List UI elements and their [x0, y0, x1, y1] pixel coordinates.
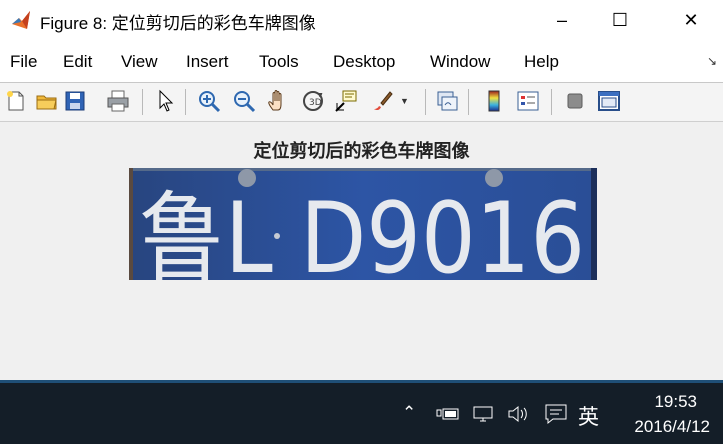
print-icon[interactable]: [106, 89, 130, 113]
legend-icon[interactable]: [516, 89, 540, 113]
toolbar-separator: [425, 89, 426, 115]
toolbar-separator: [468, 89, 469, 115]
close-button[interactable]: ✕: [668, 0, 714, 40]
show-hidden-icons-icon[interactable]: ⌃: [402, 403, 416, 423]
zoom-out-icon[interactable]: [232, 89, 256, 113]
save-icon[interactable]: [63, 89, 87, 113]
figure-toolbar: 3D ▼: [0, 83, 723, 122]
volume-icon[interactable]: [507, 405, 531, 423]
maximize-icon: ☐: [611, 9, 629, 30]
menu-tools[interactable]: Tools: [259, 52, 299, 72]
dock-figure-arrow-icon[interactable]: ↘: [707, 54, 717, 68]
plate-characters: 鲁L D9016: [139, 182, 585, 280]
hide-plot-tools-icon[interactable]: [563, 89, 587, 113]
menu-edit[interactable]: Edit: [63, 52, 92, 72]
pointer-icon[interactable]: [153, 89, 177, 113]
license-plate-image: 鲁L D9016: [129, 168, 597, 280]
minimize-icon: –: [556, 9, 567, 30]
menu-help[interactable]: Help: [524, 52, 559, 72]
power-icon[interactable]: [436, 407, 460, 421]
show-plot-tools-icon[interactable]: [597, 89, 621, 113]
figure-canvas: 定位剪切后的彩色车牌图像 鲁L D9016: [0, 122, 723, 380]
network-icon[interactable]: [472, 405, 496, 423]
taskbar: ⌃ 英 19:53 2016/4/12: [0, 380, 723, 444]
menu-insert[interactable]: Insert: [186, 52, 229, 72]
brush-dropdown-icon[interactable]: ▼: [400, 96, 409, 106]
new-figure-icon[interactable]: [4, 89, 28, 113]
title-bar: Figure 8: 定位剪切后的彩色车牌图像 – ☐ ✕: [0, 0, 723, 40]
link-plot-icon[interactable]: [435, 89, 459, 113]
menu-desktop[interactable]: Desktop: [333, 52, 395, 72]
zoom-in-icon[interactable]: [197, 89, 221, 113]
open-file-icon[interactable]: [35, 89, 59, 113]
clock-time[interactable]: 19:53: [654, 392, 697, 412]
toolbar-separator: [551, 89, 552, 115]
pan-icon[interactable]: [266, 89, 290, 113]
menu-view[interactable]: View: [121, 52, 158, 72]
rotate-3d-icon[interactable]: 3D: [301, 89, 325, 113]
toolbar-separator: [142, 89, 143, 115]
matlab-logo-icon: [12, 11, 30, 29]
action-center-icon[interactable]: [544, 403, 568, 425]
data-cursor-icon[interactable]: [334, 89, 358, 113]
menu-file[interactable]: File: [10, 52, 37, 72]
window-title: Figure 8: 定位剪切后的彩色车牌图像: [40, 14, 316, 33]
minimize-button[interactable]: –: [539, 0, 585, 40]
brush-icon[interactable]: [370, 89, 394, 113]
axes-title: 定位剪切后的彩色车牌图像: [253, 141, 470, 162]
menu-bar: File Edit View Insert Tools Desktop Wind…: [0, 40, 723, 82]
menu-window[interactable]: Window: [430, 52, 490, 72]
toolbar-separator: [185, 89, 186, 115]
close-icon: ✕: [683, 9, 699, 30]
maximize-button[interactable]: ☐: [597, 0, 643, 40]
svg-text:3D: 3D: [309, 98, 322, 108]
clock-date[interactable]: 2016/4/12: [634, 417, 710, 437]
colorbar-icon[interactable]: [482, 89, 506, 113]
ime-indicator[interactable]: 英: [578, 401, 599, 431]
